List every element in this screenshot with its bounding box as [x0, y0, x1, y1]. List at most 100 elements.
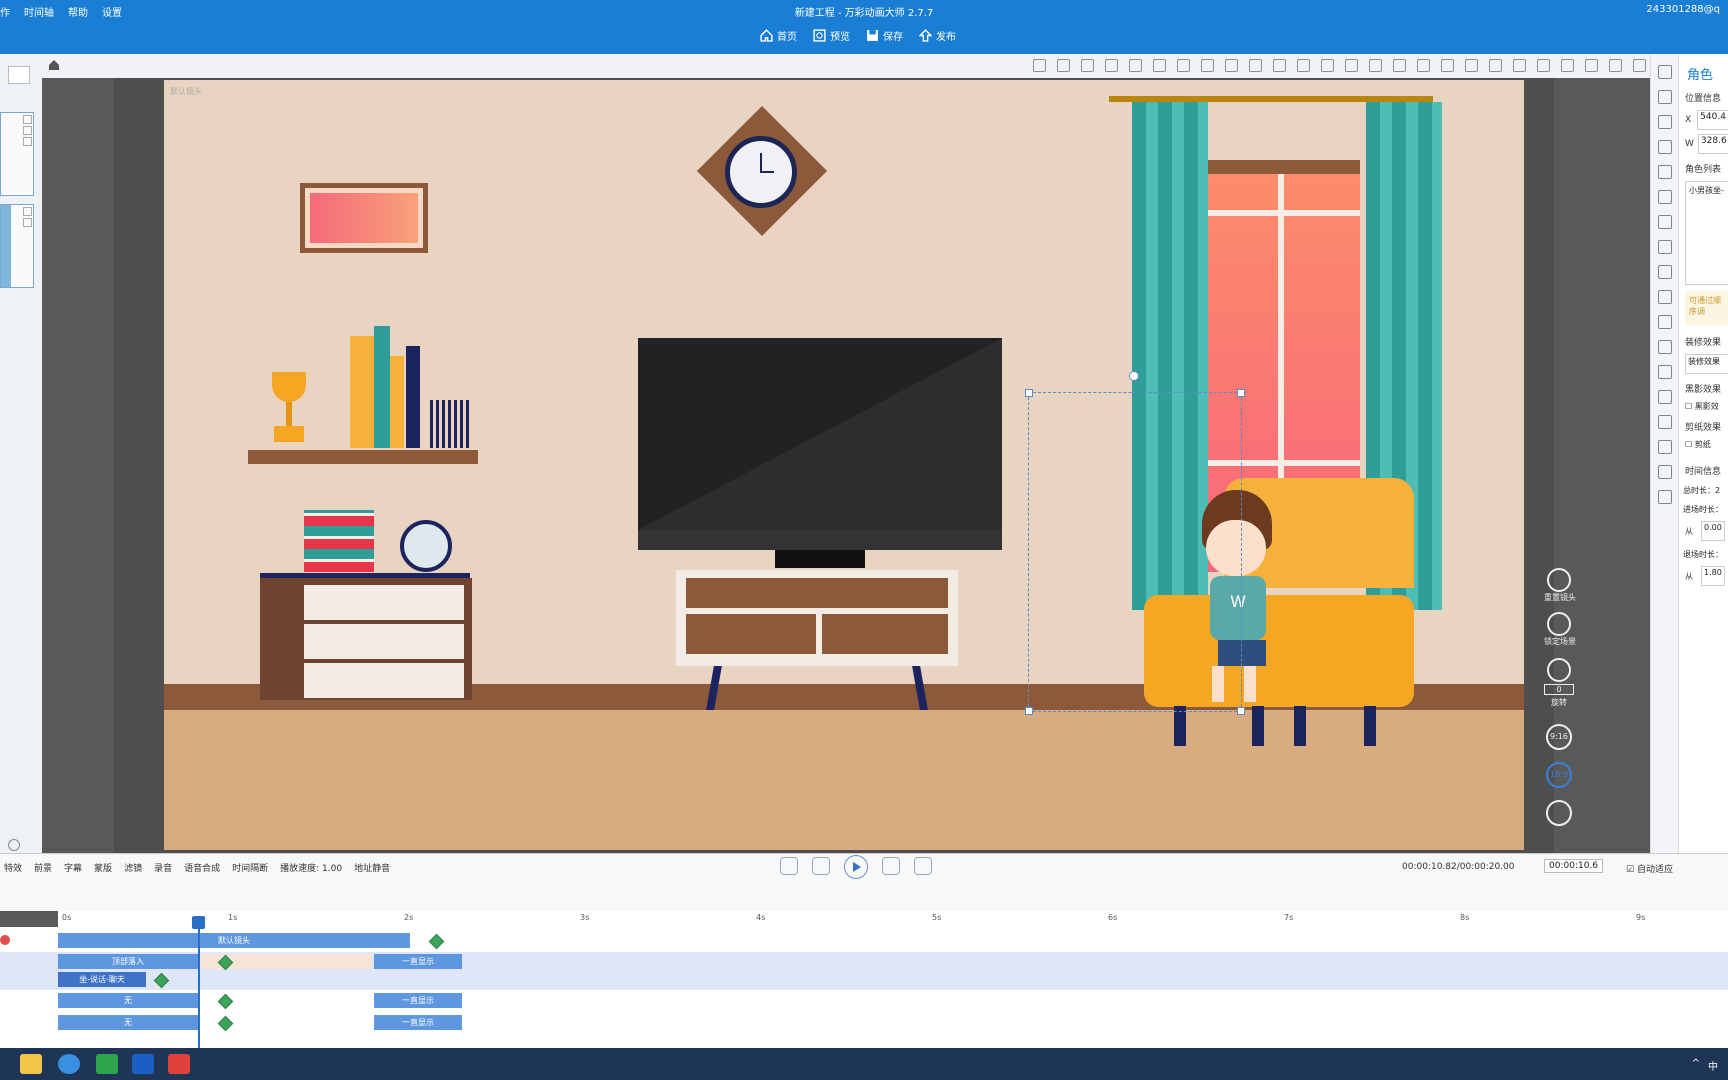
trash-icon[interactable] [1225, 59, 1238, 72]
television[interactable] [638, 338, 1002, 550]
save-button[interactable]: 保存 [866, 28, 903, 43]
step-forward-icon[interactable] [914, 857, 932, 875]
zoom-out-icon[interactable] [1489, 59, 1502, 72]
home-icon[interactable] [48, 59, 60, 74]
pencil-holder[interactable] [430, 400, 470, 448]
keyframe-marker[interactable] [217, 993, 234, 1010]
rotate-control[interactable]: 0 旋转 [1544, 658, 1574, 708]
book-stack[interactable] [304, 510, 374, 572]
photo-icon[interactable] [1658, 240, 1672, 254]
keyframe-marker[interactable] [428, 933, 445, 950]
copy-icon[interactable] [1537, 59, 1550, 72]
subtitle-tool[interactable]: 字幕 [64, 861, 82, 874]
ime-indicator[interactable]: 中 [1708, 1058, 1718, 1073]
x-input[interactable]: 540.4 [1697, 110, 1728, 130]
lock-icon[interactable] [1201, 59, 1214, 72]
chart-icon[interactable] [1658, 415, 1672, 429]
tts-tool[interactable]: 语音合成 [184, 861, 220, 874]
home-button[interactable]: 首页 [760, 28, 797, 43]
image-icon[interactable] [1658, 90, 1672, 104]
keyframe-marker[interactable] [217, 1015, 234, 1032]
shadow-checkbox[interactable]: ☐ 黑影效 [1685, 401, 1728, 412]
layer-down-icon[interactable] [1057, 59, 1070, 72]
zoom-out-icon[interactable] [8, 839, 20, 851]
tool-icon[interactable] [1658, 265, 1672, 279]
svg-icon[interactable] [1658, 440, 1672, 454]
trophy[interactable] [266, 372, 312, 448]
undo-icon[interactable] [1585, 59, 1598, 72]
role-list[interactable]: 小男孩坐- [1685, 181, 1728, 285]
rewind-icon[interactable] [812, 857, 830, 875]
enter-duration-input[interactable]: 0.00 [1701, 521, 1725, 541]
exit-effect-block[interactable]: 一直显示 [374, 1015, 462, 1030]
exit-effect-block[interactable]: 一直显示 [374, 993, 462, 1008]
autofit-checkbox[interactable]: ☑ 自动适应 [1626, 862, 1673, 875]
playhead[interactable] [198, 918, 200, 1050]
lock-scene-control[interactable]: 锁定场景 [1544, 612, 1576, 647]
drop-icon[interactable] [1658, 465, 1672, 479]
copy-icon[interactable] [23, 207, 32, 216]
distribute-v-icon[interactable] [1441, 59, 1454, 72]
redo-icon[interactable] [1609, 59, 1622, 72]
w-input[interactable]: 328.6 [1697, 134, 1728, 154]
hand-icon[interactable] [1658, 390, 1672, 404]
rotate-handle[interactable] [1129, 371, 1139, 381]
tv-cabinet[interactable] [676, 570, 958, 666]
dresser-drawer-1[interactable] [304, 585, 464, 620]
formula-icon[interactable] [1658, 340, 1672, 354]
copy-icon[interactable] [23, 115, 32, 124]
move-icon[interactable] [23, 137, 32, 146]
preview-button[interactable]: 预览 [813, 28, 850, 43]
keyframe-marker[interactable] [153, 972, 170, 989]
exit-duration-input[interactable]: 1.80 [1701, 566, 1725, 586]
red-app-icon[interactable] [168, 1054, 190, 1074]
playhead-handle[interactable] [192, 916, 205, 929]
plane-icon[interactable] [1658, 365, 1672, 379]
shape-icon[interactable] [1658, 215, 1672, 229]
align-top-icon[interactable] [1345, 59, 1358, 72]
file-explorer-icon[interactable] [20, 1054, 42, 1074]
mirror[interactable] [400, 520, 452, 572]
scene-icon[interactable] [1658, 65, 1672, 79]
wall-clock[interactable] [725, 136, 797, 208]
tray-arrow-icon[interactable]: ^ [1692, 1058, 1700, 1073]
scene-thumbnail-1[interactable] [0, 112, 34, 196]
time-zoom-input[interactable]: 00:00:10.6 [1544, 859, 1604, 873]
align-center-icon[interactable] [1297, 59, 1310, 72]
play-button[interactable] [844, 855, 868, 879]
green-app-icon[interactable] [96, 1054, 118, 1074]
effects-tool[interactable]: 特效 [4, 861, 22, 874]
edit-icon[interactable] [1546, 800, 1572, 826]
link-icon[interactable] [1249, 59, 1262, 72]
flip-v-icon[interactable] [1153, 59, 1166, 72]
step-back-icon[interactable] [780, 857, 798, 875]
forward-icon[interactable] [882, 857, 900, 875]
record-tool[interactable]: 录音 [154, 861, 172, 874]
rotate-value[interactable]: 0 [1544, 684, 1574, 695]
camera-block[interactable]: 默认镜头 [58, 933, 410, 948]
video-icon[interactable] [1658, 315, 1672, 329]
delete-icon[interactable] [23, 126, 32, 135]
scene-add-button[interactable] [8, 66, 30, 84]
wall-picture[interactable] [300, 183, 428, 253]
align-left-icon[interactable] [1273, 59, 1286, 72]
publish-button[interactable]: 发布 [919, 28, 956, 43]
ratio-9-16-button[interactable]: 9:16 [1546, 724, 1572, 750]
layer-up-icon[interactable] [1033, 59, 1046, 72]
folder-icon[interactable] [1658, 290, 1672, 304]
align-bottom-icon[interactable] [1393, 59, 1406, 72]
align-right-icon[interactable] [1321, 59, 1334, 72]
foreground-tool[interactable]: 前景 [34, 861, 52, 874]
browser-icon[interactable] [58, 1054, 80, 1074]
bubble-icon[interactable] [1658, 190, 1672, 204]
mask-tool[interactable]: 蒙版 [94, 861, 112, 874]
ratio-16-9-button[interactable]: 16:9 [1546, 762, 1572, 788]
time-break-tool[interactable]: 时间隔断 [232, 861, 268, 874]
zoom-in-icon[interactable] [1465, 59, 1478, 72]
decor-select[interactable]: 装修效果 [1685, 354, 1728, 374]
dresser-drawer-2[interactable] [304, 624, 464, 659]
delete-icon[interactable] [23, 218, 32, 227]
selection-box[interactable] [1025, 371, 1245, 715]
flip-h-icon[interactable] [1129, 59, 1142, 72]
animation-maker-icon[interactable] [132, 1054, 154, 1074]
